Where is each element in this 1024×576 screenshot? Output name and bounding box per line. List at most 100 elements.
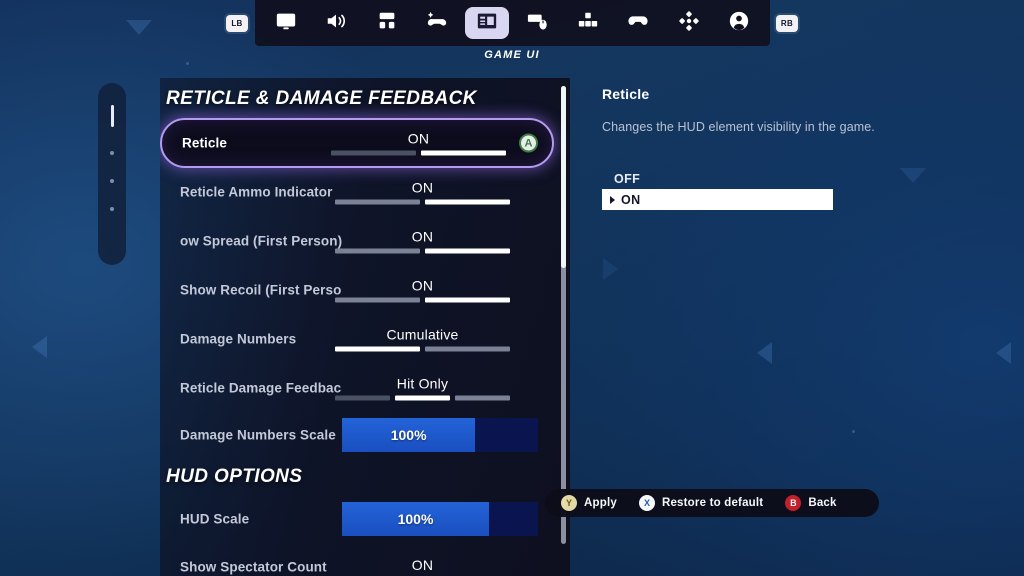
setting-value-group[interactable]: Cumulative	[335, 327, 510, 352]
decor-triangle	[996, 342, 1011, 364]
monitor-icon	[275, 10, 297, 37]
page-indicator-active	[110, 105, 114, 127]
detail-options-list: OFF ON	[602, 168, 902, 210]
nav-item-controller[interactable]	[616, 7, 660, 39]
slider-value: 100%	[397, 511, 434, 527]
segment-indicator	[335, 248, 510, 254]
setting-value: Hit Only	[396, 375, 449, 392]
setting-row-show-spectator-count[interactable]: Show Spectator Count ON	[160, 543, 556, 576]
nav-item-building[interactable]	[566, 7, 610, 39]
page-indicator-rail[interactable]	[98, 83, 126, 265]
decor-triangle	[603, 258, 618, 280]
option-off[interactable]: OFF	[602, 168, 902, 189]
page-indicator-dot[interactable]	[110, 151, 114, 155]
action-label: Back	[808, 497, 837, 509]
segment	[425, 248, 510, 254]
setting-value-group[interactable]: ON	[331, 131, 506, 156]
setting-value: ON	[411, 228, 434, 245]
segment-indicator	[335, 395, 510, 401]
action-restore-to-default[interactable]: X Restore to default	[638, 495, 764, 511]
segment-indicator	[331, 150, 506, 156]
setting-value: ON	[411, 179, 434, 196]
scrollbar-thumb[interactable]	[561, 86, 566, 268]
caret-right-icon	[610, 195, 615, 204]
action-apply[interactable]: Y Apply	[561, 495, 617, 511]
segment	[331, 150, 416, 156]
left-shoulder-button[interactable]: LB	[226, 15, 248, 32]
nav-item-audio[interactable]	[314, 7, 358, 39]
page-indicator-dot[interactable]	[110, 179, 114, 183]
setting-value-group[interactable]: ON	[335, 278, 510, 303]
nav-item-video[interactable]	[264, 7, 308, 39]
dpad-icon	[678, 10, 700, 37]
right-shoulder-button[interactable]: RB	[776, 15, 798, 32]
segment	[335, 346, 420, 352]
segment	[335, 248, 420, 254]
game-ui-icon	[476, 10, 498, 37]
settings-scrollbar[interactable]	[561, 86, 566, 544]
decor-triangle	[32, 336, 47, 358]
action-back[interactable]: B Back	[785, 495, 836, 511]
segment	[425, 297, 510, 303]
detail-title: Reticle	[602, 86, 650, 102]
action-label: Apply	[584, 497, 617, 509]
nav-item-accessibility[interactable]	[365, 7, 409, 39]
accessibility-icon	[376, 10, 398, 37]
setting-row-show-spread-first-person[interactable]: ow Spread (First Person) ON	[160, 217, 556, 265]
hud-scale-slider[interactable]: 100%	[342, 502, 538, 536]
nav-selected-label: GAME UI	[484, 49, 540, 61]
building-blocks-icon	[577, 10, 599, 37]
nav-icon-list	[255, 0, 770, 46]
option-on[interactable]: ON	[602, 189, 833, 210]
setting-label: ow Spread (First Person)	[180, 233, 343, 249]
setting-value-group[interactable]: ON	[335, 229, 510, 254]
account-icon	[728, 10, 750, 37]
nav-item-dpad[interactable]	[667, 7, 711, 39]
nav-item-keyboard-mouse[interactable]	[516, 7, 560, 39]
segment-indicator	[335, 346, 510, 352]
option-label: ON	[621, 192, 641, 207]
setting-value-group[interactable]: ON	[335, 180, 510, 205]
b-button-icon: B	[785, 495, 802, 511]
setting-row-show-recoil-first-person[interactable]: Show Recoil (First Perso ON	[160, 266, 556, 314]
segment	[395, 395, 450, 401]
controller-icon	[627, 10, 649, 37]
section-title-reticle: RETICLE & DAMAGE FEEDBACK	[166, 88, 477, 109]
option-label: OFF	[614, 171, 641, 186]
segment	[335, 395, 390, 401]
settings-list: RETICLE & DAMAGE FEEDBACK Reticle ON A R…	[160, 78, 570, 576]
setting-value: ON	[411, 557, 434, 573]
setting-row-damage-numbers[interactable]: Damage Numbers Cumulative	[160, 315, 556, 363]
setting-value: ON	[407, 130, 430, 147]
setting-row-damage-numbers-scale[interactable]: Damage Numbers Scale 100%	[160, 411, 556, 459]
setting-value: Cumulative	[386, 326, 459, 343]
nav-item-account[interactable]	[717, 7, 761, 39]
setting-value-group[interactable]: Hit Only	[335, 376, 510, 401]
damage-numbers-scale-slider[interactable]: 100%	[342, 418, 538, 452]
setting-row-reticle-damage-feedback[interactable]: Reticle Damage Feedbac Hit Only	[160, 364, 556, 412]
nav-item-gameplay[interactable]	[415, 7, 459, 39]
setting-value-group[interactable]: ON	[335, 557, 510, 576]
section-title-hud-options: HUD OPTIONS	[166, 466, 303, 487]
segment-indicator	[335, 297, 510, 303]
segment	[421, 150, 506, 156]
segment	[425, 346, 510, 352]
setting-label: Reticle	[182, 135, 227, 151]
setting-row-hud-scale[interactable]: HUD Scale 100%	[160, 495, 556, 543]
action-bar: Y Apply X Restore to default B Back	[545, 489, 879, 517]
segment-indicator	[335, 199, 510, 205]
action-label: Restore to default	[661, 497, 764, 509]
setting-row-reticle-ammo-indicator[interactable]: Reticle Ammo Indicator ON	[160, 168, 556, 216]
detail-description: Changes the HUD element visibility in th…	[602, 120, 875, 134]
setting-row-reticle[interactable]: Reticle ON A	[160, 118, 554, 168]
segment	[425, 199, 510, 205]
nav-item-game-ui[interactable]	[465, 7, 510, 39]
confirm-a-button[interactable]: A	[519, 133, 538, 153]
decor-triangle	[900, 168, 926, 183]
setting-label: Reticle Ammo Indicator	[180, 184, 333, 200]
controller-sparkle-icon	[426, 10, 448, 37]
page-indicator-dot[interactable]	[110, 207, 114, 211]
y-button-icon: Y	[561, 495, 577, 511]
setting-value: ON	[411, 277, 434, 294]
speaker-icon	[325, 10, 347, 37]
